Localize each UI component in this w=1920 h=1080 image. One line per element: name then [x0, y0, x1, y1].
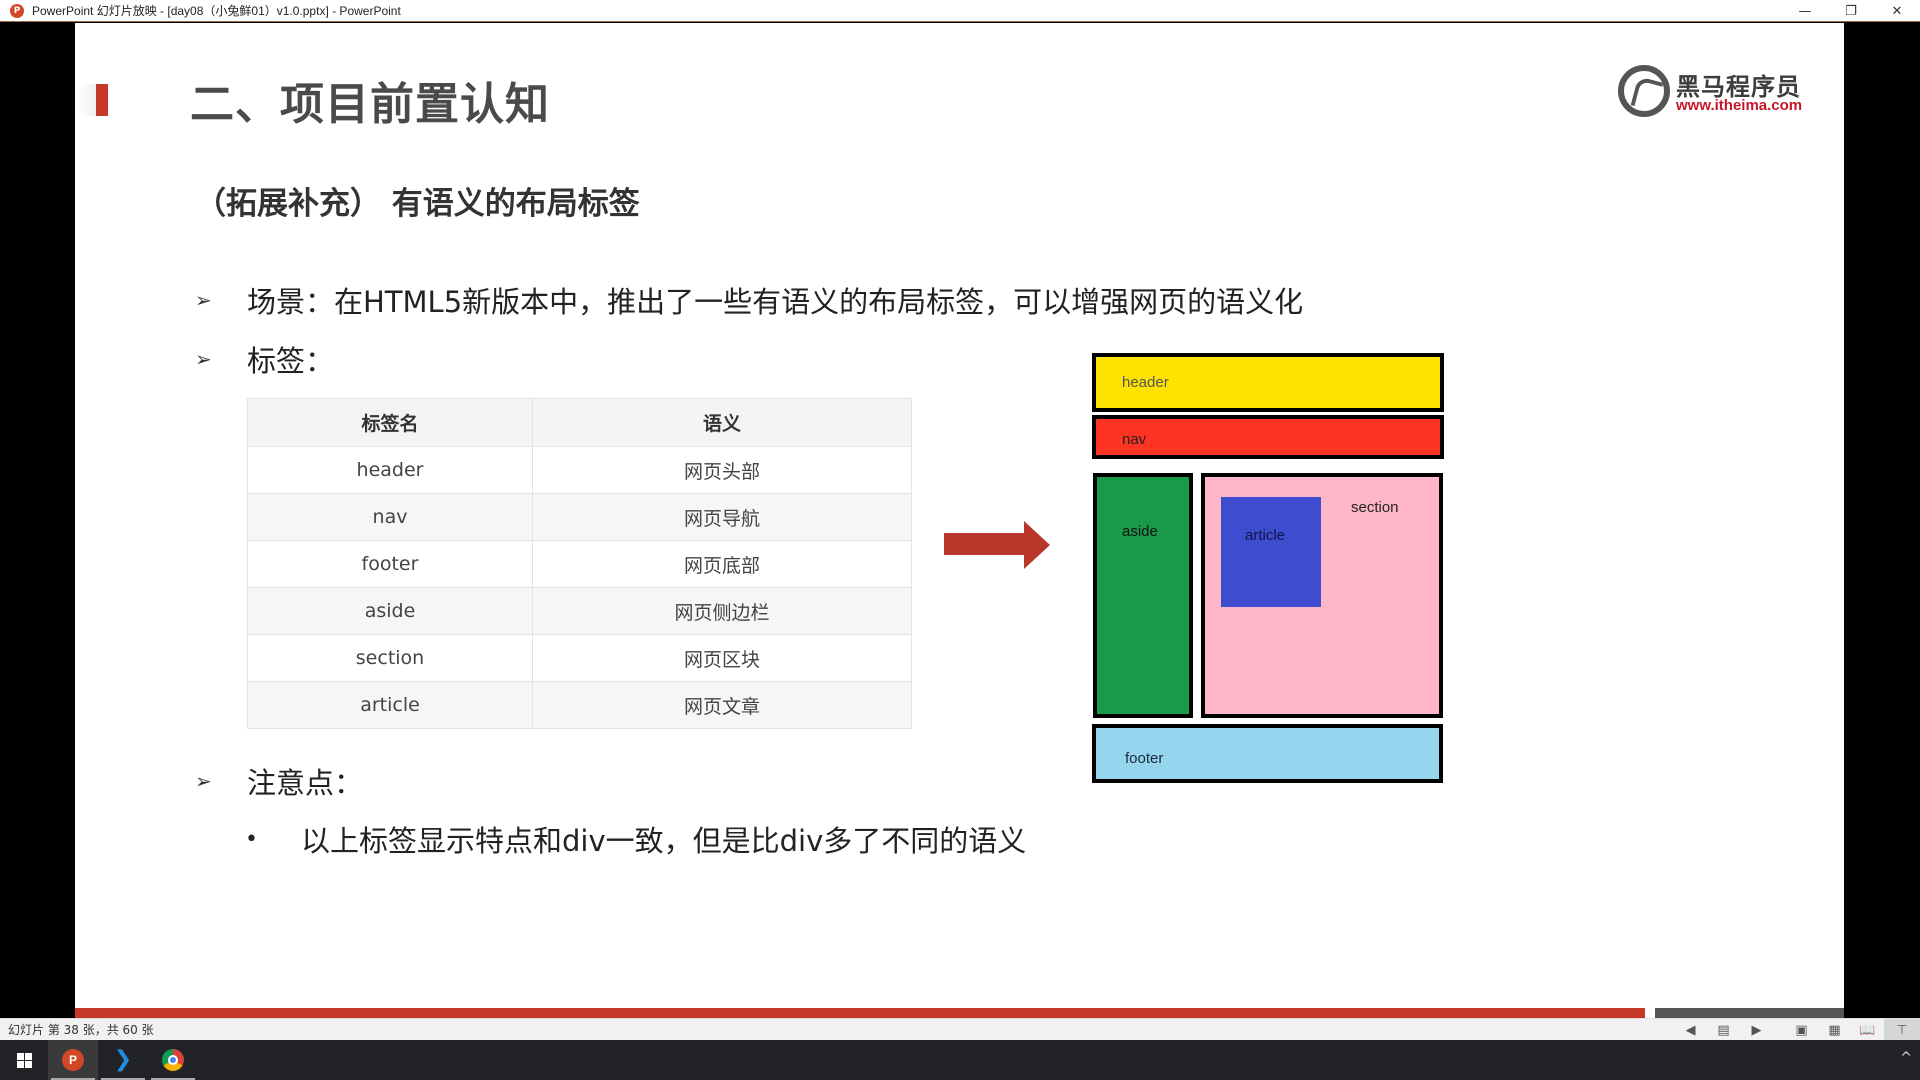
layout-article-label: article — [1245, 527, 1286, 544]
bullet-text: 标签： — [247, 344, 335, 378]
layout-footer-label: footer — [1125, 750, 1164, 767]
restore-button[interactable]: ❐ — [1828, 0, 1874, 22]
slide-footer-bar-red — [75, 1008, 1645, 1018]
next-slide-button[interactable]: ▶ — [1740, 1019, 1773, 1041]
slideshow-menu-button[interactable]: ▤ — [1707, 1019, 1740, 1041]
slide-subtitle: （拓展补充） 有语义的布局标签 — [195, 186, 640, 222]
reading-view-icon: 📖 — [1859, 1022, 1876, 1038]
menu-icon: ▤ — [1717, 1022, 1730, 1038]
layout-nav-box: nav — [1092, 415, 1444, 459]
right-arrow-icon — [944, 521, 1051, 569]
windows-taskbar: P ❯ ^ — [0, 1040, 1920, 1080]
tag-name-cell: aside — [247, 587, 533, 635]
windows-logo-icon — [16, 1052, 32, 1068]
slideshow-statusbar: 幻灯片 第 38 张，共 60 张 ◀ ▤ ▶ ▣ ▦ 📖 ⊤ — [0, 1018, 1920, 1041]
close-icon: ✕ — [1891, 3, 1903, 19]
tag-name-cell: article — [247, 681, 533, 729]
bullet-notes: ➢ 注意点： — [195, 760, 363, 802]
tag-name-cell: footer — [247, 540, 533, 588]
chrome-icon — [162, 1049, 184, 1071]
itheima-logo: 黑马程序员 www.itheima.com — [1618, 63, 1808, 123]
logo-url: www.itheima.com — [1676, 97, 1803, 114]
minimize-button[interactable]: — — [1782, 0, 1828, 22]
column-header-meaning: 语义 — [532, 398, 912, 447]
previous-slide-button[interactable]: ◀ — [1674, 1019, 1707, 1041]
semantic-tags-table: 标签名 语义 header 网页头部 nav 网页导航 footer 网页底部 … — [247, 398, 912, 729]
table-row: article 网页文章 — [247, 681, 912, 729]
tag-meaning-cell: 网页区块 — [532, 634, 912, 682]
tag-meaning-cell: 网页底部 — [532, 540, 912, 588]
slide-title: 二、项目前置认知 — [190, 79, 550, 130]
table-header-row: 标签名 语义 — [247, 398, 912, 447]
tag-meaning-cell: 网页头部 — [532, 446, 912, 494]
vscode-icon: ❯ — [113, 1047, 133, 1072]
bullet-dot-icon: • — [245, 826, 258, 852]
tag-name-cell: section — [247, 634, 533, 682]
table-row: aside 网页侧边栏 — [247, 587, 912, 635]
title-accent-bar — [96, 84, 108, 116]
bullet-text: 注意点： — [247, 766, 364, 800]
title-accent-fade — [78, 84, 98, 116]
column-header-tag-name: 标签名 — [247, 398, 533, 447]
layout-aside-box: aside — [1093, 473, 1193, 718]
taskbar-chrome[interactable] — [148, 1040, 198, 1080]
bullet-arrow-icon: ➢ — [195, 769, 212, 793]
show-hidden-icons-button[interactable]: ^ — [1900, 1050, 1912, 1066]
table-row: footer 网页底部 — [247, 540, 912, 588]
arrow-head — [1024, 521, 1050, 569]
layout-header-label: header — [1122, 374, 1169, 391]
bullet-tags: ➢ 标签： — [195, 338, 334, 380]
tag-meaning-cell: 网页导航 — [532, 493, 912, 541]
minimize-icon: — — [1798, 3, 1812, 19]
tag-meaning-cell: 网页侧边栏 — [532, 587, 912, 635]
tag-meaning-cell: 网页文章 — [532, 681, 912, 729]
next-icon: ▶ — [1751, 1022, 1762, 1038]
powerpoint-icon: P — [62, 1049, 84, 1071]
arrow-shaft — [944, 533, 1026, 555]
slide-sorter-icon: ▦ — [1828, 1022, 1841, 1038]
restore-icon: ❐ — [1845, 3, 1857, 19]
taskbar-powerpoint[interactable]: P — [48, 1040, 98, 1080]
layout-section-label: section — [1351, 499, 1399, 516]
slideshow-view-button[interactable]: ⊤ — [1884, 1019, 1920, 1041]
table-row: nav 网页导航 — [247, 493, 912, 541]
slide-counter: 幻灯片 第 38 张，共 60 张 — [8, 1023, 154, 1037]
table-row: section 网页区块 — [247, 634, 912, 682]
powerpoint-app-icon: P — [10, 3, 24, 18]
window-title: PowerPoint 幻灯片放映 - [day08（小兔鲜01）v1.0.ppt… — [32, 4, 401, 18]
normal-view-button[interactable]: ▣ — [1785, 1019, 1818, 1041]
close-button[interactable]: ✕ — [1874, 0, 1920, 22]
horse-logo-icon — [1618, 65, 1670, 117]
slideshow-icon: ⊤ — [1896, 1022, 1908, 1038]
start-button[interactable] — [0, 1040, 48, 1080]
layout-footer-box: footer — [1092, 724, 1443, 783]
window-titlebar: P PowerPoint 幻灯片放映 - [day08（小兔鲜01）v1.0.p… — [0, 0, 1920, 22]
normal-view-icon: ▣ — [1795, 1022, 1808, 1038]
sub-bullet-text: 以上标签显示特点和div一致，但是比div多了不同的语义 — [301, 824, 1027, 858]
tag-name-cell: nav — [247, 493, 533, 541]
slide-footer-bar-gray — [1655, 1008, 1844, 1018]
bullet-arrow-icon: ➢ — [195, 347, 212, 371]
layout-article-box: article — [1221, 497, 1321, 607]
bullet-arrow-icon: ➢ — [195, 288, 212, 312]
bullet-scene: ➢ 场景：在HTML5新版本中，推出了一些有语义的布局标签，可以增强网页的语义化 — [195, 279, 1303, 321]
sub-bullet-note: • 以上标签显示特点和div一致，但是比div多了不同的语义 — [245, 818, 1026, 860]
slide-canvas[interactable]: 二、项目前置认知 黑马程序员 www.itheima.com （拓展补充） 有语… — [75, 23, 1844, 1018]
layout-header-box: header — [1092, 353, 1444, 412]
reading-view-button[interactable]: 📖 — [1851, 1019, 1884, 1041]
taskbar-vscode[interactable]: ❯ — [98, 1040, 148, 1080]
bullet-text: 场景：在HTML5新版本中，推出了一些有语义的布局标签，可以增强网页的语义化 — [247, 285, 1304, 319]
table-row: header 网页头部 — [247, 446, 912, 494]
tag-name-cell: header — [247, 446, 533, 494]
layout-aside-label: aside — [1122, 523, 1158, 540]
previous-icon: ◀ — [1685, 1022, 1696, 1038]
layout-nav-label: nav — [1122, 431, 1147, 448]
slide-sorter-button[interactable]: ▦ — [1818, 1019, 1851, 1041]
